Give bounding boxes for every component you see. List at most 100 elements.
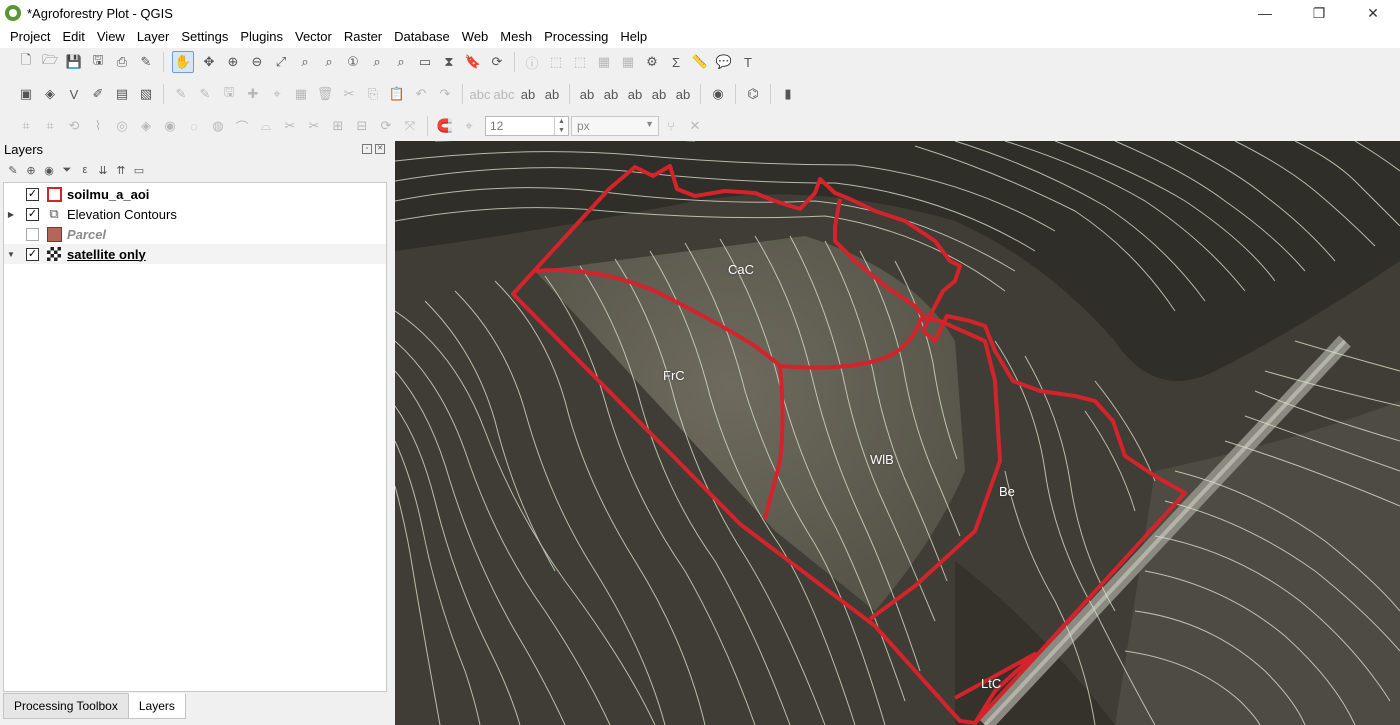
- plugin-globe-icon[interactable]: ◉: [709, 85, 727, 103]
- snapping-units-select[interactable]: px ▼: [571, 116, 659, 136]
- delete-ring-icon[interactable]: ◌: [185, 117, 203, 135]
- add-group-icon[interactable]: ⊕: [24, 163, 38, 177]
- attribute-table-icon[interactable]: ▦: [595, 53, 613, 71]
- trim-extend-icon[interactable]: ⤧: [401, 117, 419, 135]
- rotate-symbols-icon[interactable]: ⟳: [377, 117, 395, 135]
- new-temporary-layer-icon[interactable]: ▧: [137, 85, 155, 103]
- open-project-icon[interactable]: 🗁: [41, 52, 59, 71]
- add-ring-icon[interactable]: ◎: [113, 117, 131, 135]
- menu-project[interactable]: Project: [4, 26, 56, 48]
- menu-edit[interactable]: Edit: [56, 26, 90, 48]
- delete-selected-icon[interactable]: 🗑: [316, 85, 334, 103]
- manage-themes-icon[interactable]: ◉: [42, 163, 56, 177]
- remove-layer-icon[interactable]: ▭: [132, 163, 146, 177]
- merge-features-icon[interactable]: ⊞: [329, 117, 347, 135]
- snapping-intersection-icon[interactable]: ✕: [686, 117, 704, 135]
- delete-part-icon[interactable]: ◍: [209, 117, 227, 135]
- rotate-feature-icon[interactable]: ⟲: [65, 117, 83, 135]
- zoom-in-icon[interactable]: ⊕: [224, 53, 242, 71]
- python-console-icon[interactable]: ⌬: [744, 85, 762, 103]
- simplify-feature-icon[interactable]: ⌇: [89, 117, 107, 135]
- advanced-digitize-icon[interactable]: ⌗: [41, 117, 59, 135]
- collapse-arrow-icon[interactable]: ▼: [4, 250, 18, 259]
- tab-processing-toolbox[interactable]: Processing Toolbox: [3, 693, 129, 719]
- close-button[interactable]: ✕: [1346, 0, 1400, 26]
- float-panel-icon[interactable]: ▫: [362, 144, 372, 154]
- zoom-next-icon[interactable]: ⌕: [392, 53, 410, 71]
- layer-row-elevation-contours[interactable]: ▶ ✓ ⧉ Elevation Contours: [4, 204, 386, 224]
- split-parts-icon[interactable]: ✂: [305, 117, 323, 135]
- expand-all-icon[interactable]: ⇊: [96, 163, 110, 177]
- print-layout-icon[interactable]: ⎙: [113, 53, 131, 71]
- layer-row-satellite[interactable]: ▼ ✓ satellite only: [4, 244, 386, 264]
- label-show-hide-icon[interactable]: ab: [578, 85, 596, 103]
- layer-visibility-checkbox[interactable]: [26, 227, 39, 241]
- statistics-icon[interactable]: Σ: [667, 53, 685, 71]
- close-panel-icon[interactable]: ✕: [375, 144, 385, 154]
- add-virtual-layer-icon[interactable]: V: [65, 85, 83, 103]
- layer-visibility-checkbox[interactable]: ✓: [26, 247, 39, 261]
- cut-features-icon[interactable]: ✂: [340, 85, 358, 103]
- layer-visibility-checkbox[interactable]: ✓: [26, 187, 39, 201]
- snapping-tolerance-input[interactable]: 12 ▲ ▼: [485, 116, 569, 136]
- undo-icon[interactable]: ↶: [412, 85, 430, 103]
- text-annotation-icon[interactable]: T: [739, 53, 757, 71]
- map-canvas[interactable]: CaC FrC WlB Be LtC: [395, 141, 1400, 725]
- diagram-icon[interactable]: ab: [674, 85, 692, 103]
- menu-help[interactable]: Help: [614, 26, 653, 48]
- add-feature-icon[interactable]: ✚: [244, 85, 262, 103]
- identify-features-icon[interactable]: ⓘ: [523, 53, 541, 71]
- add-vector-layer-icon[interactable]: ◈: [41, 85, 59, 103]
- menu-raster[interactable]: Raster: [338, 26, 388, 48]
- toolbox-icon[interactable]: ⚙: [643, 53, 661, 71]
- layer-row-parcel[interactable]: Parcel: [4, 224, 386, 244]
- data-source-manager-icon[interactable]: ▣: [17, 85, 35, 103]
- snapping-magnet-icon[interactable]: 🧲: [436, 117, 454, 135]
- menu-processing[interactable]: Processing: [538, 26, 614, 48]
- layer-row-soilmu[interactable]: ✓ soilmu_a_aoi: [4, 184, 386, 204]
- offset-curve-icon[interactable]: ⌓: [257, 117, 275, 135]
- vertex-tool-icon[interactable]: ⌖: [268, 85, 286, 103]
- split-features-icon[interactable]: ✂: [281, 117, 299, 135]
- add-part-icon[interactable]: ◈: [137, 117, 155, 135]
- select-features-icon[interactable]: ⬚: [547, 53, 565, 71]
- new-project-icon[interactable]: 🗋: [17, 52, 35, 71]
- deselect-icon[interactable]: ⬚: [571, 53, 589, 71]
- label-rotate-icon[interactable]: ab: [626, 85, 644, 103]
- new-map-view-icon[interactable]: ▭: [416, 53, 434, 71]
- map-tips-icon[interactable]: 💬: [715, 53, 733, 71]
- save-edits-icon[interactable]: 🖫: [220, 84, 238, 103]
- snapping-mode-icon[interactable]: ⌖: [460, 117, 478, 135]
- label-highlight-icon[interactable]: ab: [543, 85, 561, 103]
- paste-features-icon[interactable]: 📋: [388, 85, 406, 103]
- menu-layer[interactable]: Layer: [131, 26, 176, 48]
- expand-arrow-icon[interactable]: ▶: [4, 210, 18, 219]
- fill-ring-icon[interactable]: ◉: [161, 117, 179, 135]
- spin-arrows-icon[interactable]: ▲ ▼: [554, 117, 568, 135]
- menu-database[interactable]: Database: [388, 26, 456, 48]
- pan-to-selection-icon[interactable]: ✥: [200, 53, 218, 71]
- zoom-out-icon[interactable]: ⊖: [248, 53, 266, 71]
- redo-icon[interactable]: ↷: [436, 85, 454, 103]
- menu-view[interactable]: View: [91, 26, 131, 48]
- maximize-button[interactable]: ❐: [1292, 0, 1346, 26]
- measure-icon[interactable]: 📏: [691, 53, 709, 71]
- menu-plugins[interactable]: Plugins: [234, 26, 289, 48]
- filter-legend-icon[interactable]: ⏷: [60, 163, 74, 177]
- collapse-all-icon[interactable]: ⇈: [114, 163, 128, 177]
- temporal-controller-icon[interactable]: ⧗: [440, 53, 458, 71]
- menu-mesh[interactable]: Mesh: [494, 26, 538, 48]
- minimize-button[interactable]: —: [1238, 0, 1292, 26]
- refresh-icon[interactable]: ⟳: [488, 53, 506, 71]
- current-edits-icon[interactable]: ✎: [172, 85, 190, 103]
- layer-visibility-checkbox[interactable]: ✓: [26, 207, 39, 221]
- zoom-full-icon[interactable]: ⤢: [272, 53, 290, 71]
- menu-vector[interactable]: Vector: [289, 26, 338, 48]
- metasearch-icon[interactable]: ▮: [779, 85, 797, 103]
- copy-features-icon[interactable]: ⎘: [364, 85, 382, 103]
- digitize-point-icon[interactable]: ⌗: [17, 117, 35, 135]
- layer-styling-icon[interactable]: ✎: [6, 163, 20, 177]
- menu-settings[interactable]: Settings: [175, 26, 234, 48]
- label-toolbar-icon[interactable]: abc: [470, 85, 491, 103]
- field-calculator-icon[interactable]: ▦: [619, 53, 637, 71]
